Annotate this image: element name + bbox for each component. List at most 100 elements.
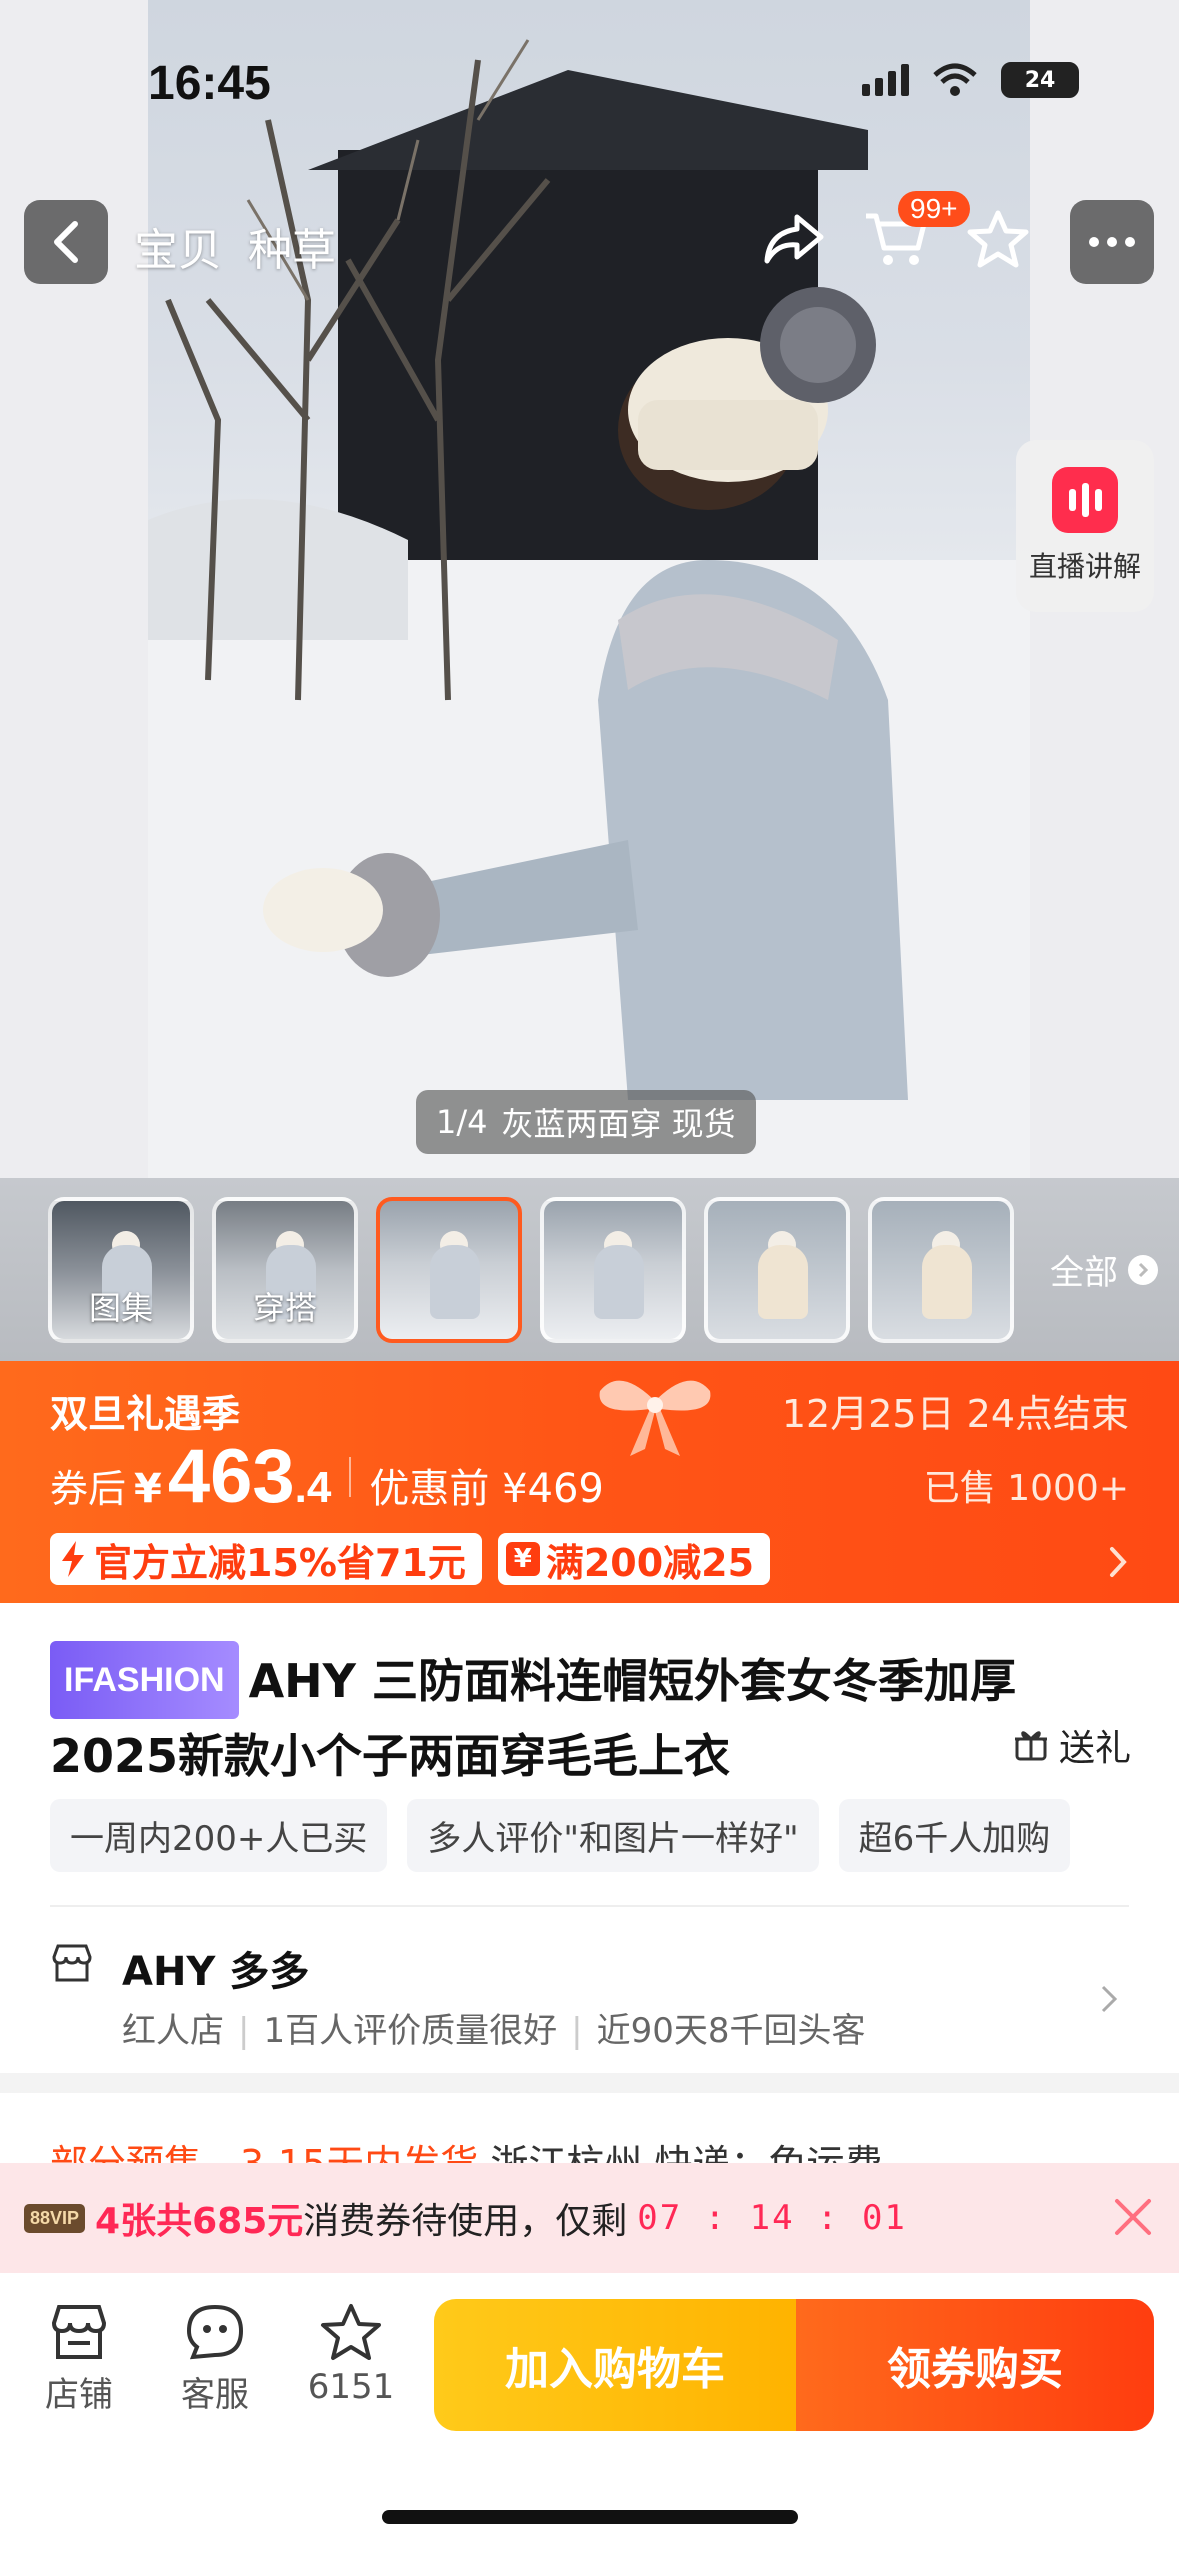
product-title: IFASHION AHY 三防面料连帽短外套女冬季加厚2025新款小个子两面穿毛毛… xyxy=(50,1641,1139,1793)
more-button[interactable] xyxy=(1070,200,1154,284)
status-time: 16:45 xyxy=(148,57,271,110)
highlight-chip[interactable]: 多人评价"和图片一样好" xyxy=(407,1799,819,1872)
price-prefix: 券后 xyxy=(50,1467,127,1511)
yen-coupon-icon: ¥ xyxy=(505,1542,540,1576)
highlight-chip[interactable]: 超6千人加购 xyxy=(838,1799,1071,1872)
coupon-text: 官方立减15%省71元 xyxy=(94,1540,466,1585)
product-image-carousel[interactable]: 16:45 24 宝贝 种草 99+ 直播讲解 1/4 灰蓝两面穿 现货 xyxy=(0,0,1179,1178)
product-info-card: IFASHION AHY 三防面料连帽短外套女冬季加厚2025新款小个子两面穿毛毛… xyxy=(0,1603,1179,2073)
store-coupon[interactable]: ¥ 满200减25 xyxy=(497,1533,771,1585)
star-icon xyxy=(321,2304,381,2360)
store-label: 店铺 xyxy=(45,2375,113,2415)
official-discount-coupon[interactable]: 官方立减15%省71元 xyxy=(50,1533,482,1585)
dot-icon xyxy=(1125,237,1135,247)
favorite-count: 6151 xyxy=(307,2367,395,2407)
promo-banner[interactable]: 双旦礼遇季 12月25日 24点结束 券后 ¥ 463 .4 优惠前 ¥469 … xyxy=(0,1361,1179,1603)
tab-recommend[interactable]: 种草 xyxy=(248,214,336,278)
chevron-right-icon xyxy=(1128,1254,1158,1285)
cart-button[interactable]: 99+ xyxy=(860,191,970,275)
price-row: 券后 ¥ 463 .4 优惠前 ¥469 xyxy=(50,1433,604,1520)
chevron-left-icon xyxy=(54,221,78,263)
store-icon xyxy=(52,1944,92,1982)
thumbnail-item[interactable] xyxy=(704,1196,850,1343)
chevron-right-icon xyxy=(1110,1547,1127,1577)
view-all-images-button[interactable]: 全部 xyxy=(1050,1245,1158,1294)
sold-count: 已售 1000+ xyxy=(923,1468,1129,1509)
thumbnail-strip: 图集 穿搭 全部 xyxy=(0,1178,1179,1361)
favorite-count-button[interactable]: 6151 xyxy=(296,2303,406,2407)
add-to-cart-button[interactable]: 加入购物车 xyxy=(434,2299,796,2431)
dot-icon xyxy=(1107,237,1117,247)
shop-meta-item: 1百人评价质量很好 xyxy=(263,2011,558,2051)
thumbnail-label: 穿搭 xyxy=(252,1288,317,1327)
thumb-figure xyxy=(430,1244,480,1319)
original-price: 优惠前 ¥469 xyxy=(369,1466,604,1512)
thumbnail-gallery[interactable]: 图集 xyxy=(48,1196,194,1343)
service-label: 客服 xyxy=(181,2375,249,2415)
shop-meta: 红人店 | 1百人评价质量很好 | 近90天8千回头客 xyxy=(122,2011,866,2051)
wifi-icon xyxy=(933,63,977,96)
voucher-reminder-banner[interactable]: 88VIP 4张共685元 消费券待使用，仅剩 07 : 14 : 01 xyxy=(0,2163,1179,2273)
gift-icon xyxy=(1014,1731,1047,1761)
live-explain-button[interactable]: 直播讲解 xyxy=(1016,440,1154,612)
share-icon xyxy=(764,214,824,264)
status-bar: 16:45 24 xyxy=(0,0,1179,150)
store-button[interactable]: 店铺 xyxy=(24,2303,134,2416)
thumb-figure xyxy=(922,1244,972,1319)
thumbnail-label: 图集 xyxy=(88,1288,153,1327)
lightning-icon xyxy=(62,1541,84,1577)
coupon-text: 满200减25 xyxy=(545,1540,755,1585)
gift-label: 送礼 xyxy=(1058,1728,1131,1769)
home-indicator xyxy=(382,2510,798,2524)
back-button[interactable] xyxy=(24,200,108,284)
image-index: 1/4 xyxy=(436,1103,488,1141)
currency-symbol: ¥ xyxy=(134,1466,162,1512)
price-integer: 463 xyxy=(167,1434,295,1519)
brand-tag: IFASHION xyxy=(50,1641,239,1719)
favorite-button[interactable] xyxy=(962,203,1034,275)
highlight-chips: 一周内200+人已买 多人评价"和图片一样好" 超6千人加购 xyxy=(50,1799,1179,1872)
image-variant-text: 灰蓝两面穿 现货 xyxy=(501,1105,736,1143)
promo-end-time: 12月25日 24点结束 xyxy=(781,1392,1129,1436)
cart-badge: 99+ xyxy=(898,191,970,227)
thumbnail-item[interactable] xyxy=(376,1196,522,1343)
buy-with-coupon-button[interactable]: 领券购买 xyxy=(796,2299,1154,2431)
price-decimal: .4 xyxy=(294,1463,332,1512)
thumb-figure xyxy=(758,1244,808,1319)
shop-name: AHY 多多 xyxy=(122,1949,310,1995)
shop-row[interactable]: AHY 多多 红人店 | 1百人评价质量很好 | 近90天8千回头客 xyxy=(50,1933,1129,2053)
voucher-count: 4张共685元 xyxy=(95,2201,304,2242)
live-label: 直播讲解 xyxy=(1028,550,1141,583)
dot-icon xyxy=(1089,237,1099,247)
vip-badge: 88VIP xyxy=(24,2203,86,2233)
system-icons: 24 xyxy=(862,62,1079,98)
thumbnail-outfit[interactable]: 穿搭 xyxy=(212,1196,358,1343)
shop-meta-item: 红人店 xyxy=(122,2011,224,2051)
price-divider xyxy=(349,1456,352,1497)
chat-face-icon xyxy=(186,2304,244,2360)
chevron-right-icon xyxy=(1101,1985,1118,2013)
highlight-chip[interactable]: 一周内200+人已买 xyxy=(50,1799,388,1872)
nav-tabs: 宝贝 种草 xyxy=(134,214,336,278)
tab-item[interactable]: 宝贝 xyxy=(134,214,222,278)
voucher-timer: 07 : 14 : 01 xyxy=(637,2198,907,2238)
live-icon xyxy=(1052,467,1118,533)
product-photo xyxy=(148,0,1030,1178)
coupon-list: 官方立减15%省71元 ¥ 满200减25 xyxy=(50,1533,771,1585)
customer-service-button[interactable]: 客服 xyxy=(160,2303,270,2416)
star-icon xyxy=(967,210,1029,268)
view-all-label: 全部 xyxy=(1050,1253,1118,1293)
close-icon[interactable] xyxy=(1113,2197,1153,2237)
thumbnail-item[interactable] xyxy=(868,1196,1014,1343)
product-page: 16:45 24 宝贝 种草 99+ 直播讲解 1/4 灰蓝两面穿 现货 图集 … xyxy=(0,0,1179,2556)
nav-actions: 99+ xyxy=(748,191,1048,284)
divider xyxy=(50,1905,1129,1907)
battery-icon: 24 xyxy=(1001,62,1079,98)
gift-button[interactable]: 送礼 xyxy=(998,1719,1131,1771)
image-caption: 1/4 灰蓝两面穿 现货 xyxy=(416,1090,756,1154)
bow-icon xyxy=(599,1380,711,1456)
share-button[interactable] xyxy=(758,203,830,275)
signal-icon xyxy=(862,64,909,96)
thumb-figure xyxy=(594,1244,644,1319)
thumbnail-item[interactable] xyxy=(540,1196,686,1343)
